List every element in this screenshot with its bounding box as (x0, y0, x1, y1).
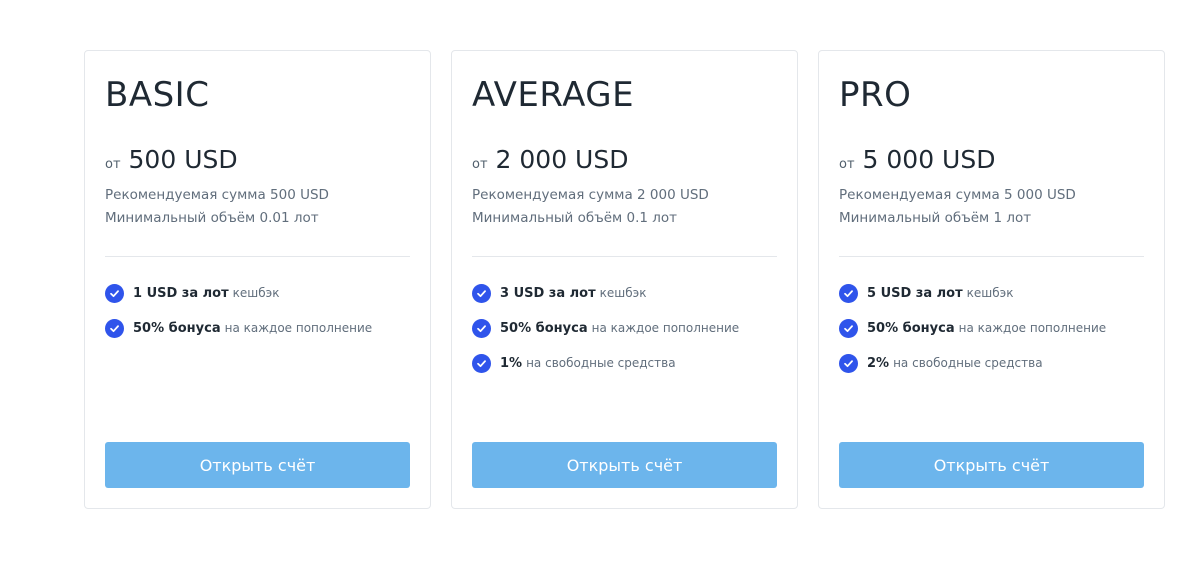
open-account-button[interactable]: Открыть счёт (472, 442, 777, 488)
feature-item: 50% бонуса на каждое пополнение (105, 318, 372, 338)
check-circle-icon (472, 283, 491, 303)
feature-value: 50% бонуса (867, 320, 955, 336)
plan-title: AVERAGE (472, 75, 635, 115)
plan-description: Рекомендуемая сумма 5 000 USD Минимальны… (839, 184, 1076, 230)
price-amount: 500 USD (128, 145, 238, 174)
plan-card-basic: BASIC от 500 USD Рекомендуемая сумма 500… (84, 50, 431, 509)
plan-card-average: AVERAGE от 2 000 USD Рекомендуемая сумма… (451, 50, 798, 509)
feature-note: на свободные средства (893, 356, 1043, 370)
check-circle-icon (472, 353, 491, 373)
recommended-amount: Рекомендуемая сумма 2 000 USD (472, 187, 709, 203)
price-prefix: от (472, 157, 488, 172)
price-amount: 5 000 USD (862, 145, 996, 174)
plan-title: PRO (839, 75, 912, 115)
feature-item: 1% на свободные средства (472, 353, 739, 373)
check-circle-icon (472, 318, 491, 338)
check-circle-icon (839, 318, 858, 338)
feature-value: 1 USD за лот (133, 285, 229, 301)
divider (105, 256, 410, 257)
price-amount: 2 000 USD (495, 145, 629, 174)
check-circle-icon (105, 283, 124, 303)
open-account-button[interactable]: Открыть счёт (105, 442, 410, 488)
plan-price: от 2 000 USD (472, 145, 628, 174)
plan-card-pro: PRO от 5 000 USD Рекомендуемая сумма 5 0… (818, 50, 1165, 509)
feature-value: 3 USD за лот (500, 285, 596, 301)
minimum-volume: Минимальный объём 0.01 лот (105, 210, 319, 226)
feature-item: 50% бонуса на каждое пополнение (472, 318, 739, 338)
check-circle-icon (839, 353, 858, 373)
plan-price: от 5 000 USD (839, 145, 995, 174)
feature-value: 5 USD за лот (867, 285, 963, 301)
minimum-volume: Минимальный объём 0.1 лот (472, 210, 678, 226)
open-account-button[interactable]: Открыть счёт (839, 442, 1144, 488)
divider (839, 256, 1144, 257)
check-circle-icon (105, 318, 124, 338)
feature-list: 3 USD за лот кешбэк 50% бонуса на каждое… (472, 283, 739, 388)
feature-note: кешбэк (232, 286, 280, 300)
recommended-amount: Рекомендуемая сумма 500 USD (105, 187, 329, 203)
feature-value: 2% (867, 355, 890, 371)
check-circle-icon (839, 283, 858, 303)
price-prefix: от (839, 157, 855, 172)
feature-list: 5 USD за лот кешбэк 50% бонуса на каждое… (839, 283, 1106, 388)
feature-note: на свободные средства (526, 356, 676, 370)
divider (472, 256, 777, 257)
feature-value: 50% бонуса (133, 320, 221, 336)
feature-value: 1% (500, 355, 523, 371)
plan-price: от 500 USD (105, 145, 238, 174)
feature-item: 1 USD за лот кешбэк (105, 283, 372, 303)
feature-note: на каждое пополнение (591, 321, 740, 335)
feature-note: на каждое пополнение (958, 321, 1107, 335)
feature-item: 50% бонуса на каждое пополнение (839, 318, 1106, 338)
feature-note: на каждое пополнение (224, 321, 373, 335)
feature-value: 50% бонуса (500, 320, 588, 336)
plan-title: BASIC (105, 75, 210, 115)
feature-note: кешбэк (599, 286, 647, 300)
recommended-amount: Рекомендуемая сумма 5 000 USD (839, 187, 1076, 203)
plan-description: Рекомендуемая сумма 2 000 USD Минимальны… (472, 184, 709, 230)
feature-item: 2% на свободные средства (839, 353, 1106, 373)
pricing-plans: BASIC от 500 USD Рекомендуемая сумма 500… (84, 50, 1165, 509)
feature-item: 3 USD за лот кешбэк (472, 283, 739, 303)
minimum-volume: Минимальный объём 1 лот (839, 210, 1032, 226)
price-prefix: от (105, 157, 121, 172)
feature-item: 5 USD за лот кешбэк (839, 283, 1106, 303)
feature-list: 1 USD за лот кешбэк 50% бонуса на каждое… (105, 283, 372, 353)
feature-note: кешбэк (966, 286, 1014, 300)
plan-description: Рекомендуемая сумма 500 USD Минимальный … (105, 184, 329, 230)
